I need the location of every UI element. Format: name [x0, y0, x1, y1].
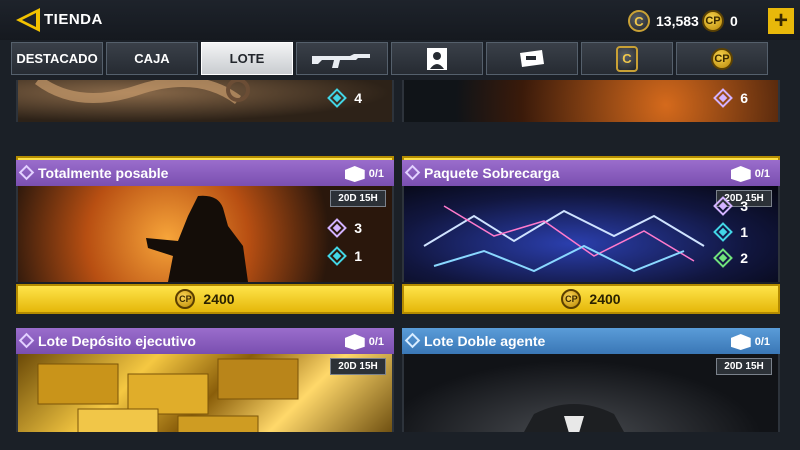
- bundle-art: 20D 15H 3 1: [16, 186, 394, 282]
- cod-points-value: 13,583: [656, 13, 699, 29]
- bundle-count-text: 0/1: [754, 168, 770, 180]
- gem-icon: [327, 218, 348, 238]
- reward-count: 6: [740, 90, 748, 106]
- reward-item: 3: [327, 218, 362, 238]
- reward-count: 2: [740, 250, 748, 266]
- timer-badge: 20D 15H: [330, 358, 386, 375]
- bundle-art: 6: [402, 80, 780, 122]
- box-icon: [344, 166, 365, 182]
- reward-list: 3 1 2: [713, 196, 748, 268]
- gem-icon: [327, 246, 348, 266]
- cp-coin-icon: CP: [561, 289, 582, 309]
- box-icon: [344, 334, 365, 350]
- cp-coin-icon: CP: [702, 10, 724, 32]
- bundle-count: 0/1: [344, 334, 384, 350]
- tab-weapons[interactable]: [296, 42, 388, 75]
- tab-cp-points[interactable]: CP: [676, 42, 768, 75]
- reward-item: 1: [327, 246, 362, 266]
- buy-button[interactable]: CP 2400: [16, 284, 394, 314]
- reward-item: 6: [713, 88, 748, 108]
- gem-icon: [327, 88, 348, 108]
- rifle-icon: [312, 53, 370, 68]
- rarity-icon: [18, 164, 35, 181]
- tab-tickets[interactable]: [486, 42, 578, 75]
- reward-count: 3: [740, 198, 748, 214]
- reward-item: 2: [713, 248, 748, 268]
- tab-cod-points[interactable]: C: [581, 42, 673, 75]
- reward-count: 3: [354, 220, 362, 236]
- cp-coin-icon: CP: [175, 289, 196, 309]
- bundle-header: Lote Depósito ejecutivo 0/1: [16, 328, 394, 354]
- price-value: 2400: [203, 291, 235, 307]
- reward-list: 3 1: [327, 218, 362, 266]
- bundle-header: Paquete Sobrecarga 0/1: [402, 160, 780, 186]
- reward-list: 6: [713, 88, 748, 108]
- box-icon: [730, 334, 751, 350]
- cod-coin-icon: C: [628, 10, 650, 32]
- reward-list: 4: [327, 88, 362, 108]
- rarity-icon: [18, 332, 35, 349]
- tab-caja[interactable]: CAJA: [106, 42, 198, 75]
- bundle-count: 0/1: [730, 166, 770, 182]
- bundle-art: 20D 15H 3 1 2: [402, 186, 780, 282]
- add-currency-button[interactable]: +: [768, 8, 794, 34]
- top-bar: TIENDA C 13,583 CP 0 +: [0, 0, 800, 40]
- tab-lote[interactable]: LOTE: [201, 42, 293, 75]
- gem-icon: [713, 248, 734, 268]
- bundle-grid: 4 CP 900 6 CP 2400 Totalmente posable 0/…: [16, 80, 784, 432]
- reward-count: 4: [354, 90, 362, 106]
- bundle-count: 0/1: [730, 334, 770, 350]
- tab-operators[interactable]: [391, 42, 483, 75]
- bundle-count: 0/1: [344, 166, 384, 182]
- rarity-icon: [404, 164, 421, 181]
- reward-count: 1: [740, 224, 748, 240]
- price-value: 2400: [589, 291, 621, 307]
- bundle-art: 20D 15H: [16, 354, 394, 432]
- tab-destacado[interactable]: DESTACADO: [11, 42, 103, 75]
- operator-icon: [427, 47, 447, 70]
- reward-item: 1: [713, 222, 748, 242]
- page-title: TIENDA: [44, 11, 103, 28]
- reward-item: 4: [327, 88, 362, 108]
- timer-badge: 20D 15H: [716, 358, 772, 375]
- reward-item: 3: [713, 196, 748, 216]
- gem-icon: [713, 196, 734, 216]
- box-icon: [730, 166, 751, 182]
- timer-badge: 20D 15H: [330, 190, 386, 207]
- rarity-icon: [404, 332, 421, 349]
- bundle-count-text: 0/1: [368, 336, 384, 348]
- buy-button[interactable]: CP 2400: [402, 284, 780, 314]
- bundle-title: Paquete Sobrecarga: [424, 165, 560, 181]
- cp-points-display: CP 0: [702, 10, 738, 32]
- cod-points-display: C 13,583: [628, 10, 699, 32]
- gem-icon: [713, 88, 734, 108]
- bundle-title: Lote Doble agente: [424, 333, 546, 349]
- cp-points-value: 0: [730, 13, 738, 29]
- ticket-icon: [520, 49, 544, 67]
- bundle-count-text: 0/1: [368, 168, 384, 180]
- bundle-art: 4: [16, 80, 394, 122]
- store-tabs: DESTACADO CAJA LOTE C CP: [11, 42, 768, 75]
- bundle-art: 20D 15H: [402, 354, 780, 432]
- bundle-title: Totalmente posable: [38, 165, 169, 181]
- cp-coin-icon: CP: [711, 47, 733, 70]
- gem-icon: [713, 222, 734, 242]
- bundle-title: Lote Depósito ejecutivo: [38, 333, 196, 349]
- cod-coin-icon: C: [616, 45, 638, 72]
- bundle-header: Lote Doble agente 0/1: [402, 328, 780, 354]
- bundle-count-text: 0/1: [754, 336, 770, 348]
- reward-count: 1: [354, 248, 362, 264]
- bundle-header: Totalmente posable 0/1: [16, 160, 394, 186]
